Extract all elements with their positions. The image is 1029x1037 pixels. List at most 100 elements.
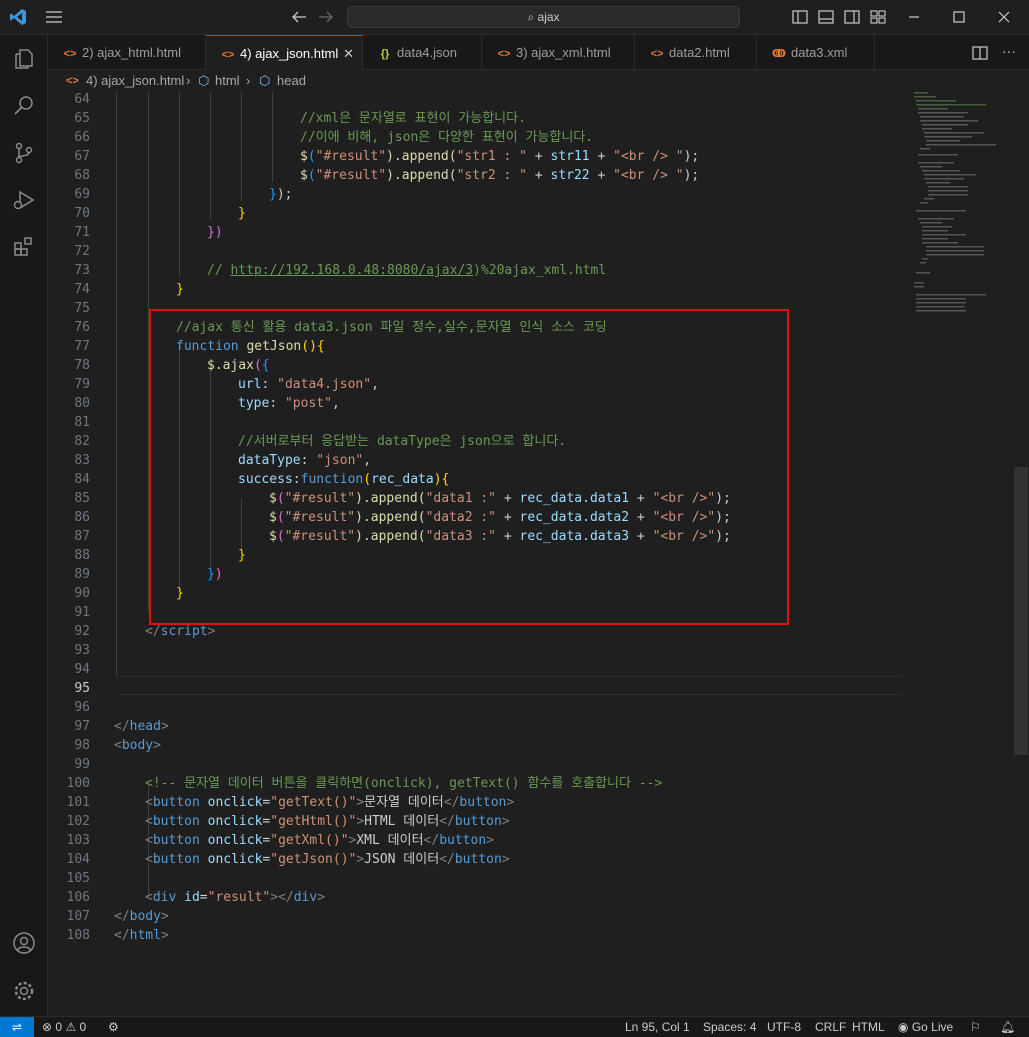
breadcrumb-html[interactable]: html xyxy=(215,70,240,92)
error-count: 0 xyxy=(55,1020,63,1034)
line-number: 71 xyxy=(74,225,90,240)
line-number: 69 xyxy=(74,187,90,202)
remote-icon: ⇌ xyxy=(11,1020,23,1034)
html-icon: <> xyxy=(497,48,511,60)
account-icon[interactable] xyxy=(12,931,36,955)
line-number: 91 xyxy=(74,605,90,620)
line-number: 86 xyxy=(74,510,90,525)
customize-layout-icon[interactable] xyxy=(869,8,887,26)
line-number: 104 xyxy=(66,852,90,867)
line-number: 81 xyxy=(74,415,90,430)
tab-label: data4.json xyxy=(397,45,457,60)
back-arrow-icon[interactable] xyxy=(291,10,307,24)
html-icon: <> xyxy=(221,49,235,61)
feedback-icon[interactable]: ⚐ xyxy=(970,1017,981,1037)
toggle-secondary-sidebar-icon[interactable] xyxy=(843,8,861,26)
vscode-logo-icon[interactable] xyxy=(9,8,27,26)
line-number: 79 xyxy=(74,377,90,392)
breadcrumb-file[interactable]: 4) ajax_json.html xyxy=(86,70,184,92)
line-number: 88 xyxy=(74,548,90,563)
breadcrumb-file-icon: <> xyxy=(66,75,79,87)
toggle-panel-icon[interactable] xyxy=(817,8,835,26)
search-view-icon[interactable] xyxy=(12,94,36,118)
minimize-icon[interactable] xyxy=(905,8,923,26)
vertical-scrollbar[interactable] xyxy=(1014,467,1028,755)
breadcrumb-head[interactable]: head xyxy=(277,70,306,92)
tab-data2-html[interactable]: <> data2.html xyxy=(635,35,757,70)
go-live-button[interactable]: ◉ Go Live xyxy=(898,1017,953,1037)
cursor-position[interactable]: Ln 95, Col 1 xyxy=(625,1017,690,1037)
line-number: 82 xyxy=(74,434,90,449)
split-editor-icon[interactable] xyxy=(972,45,988,61)
head-element-icon: ⬡ xyxy=(259,73,271,88)
line-number: 68 xyxy=(74,168,90,183)
notifications-bell-icon[interactable]: 🔔︎ xyxy=(1000,1017,1015,1037)
line-number: 97 xyxy=(74,719,90,734)
run-debug-icon[interactable] xyxy=(12,188,36,212)
tab-label: data2.html xyxy=(669,45,730,60)
url-link[interactable]: http://192.168.0.48:8080/ajax/3 xyxy=(230,263,473,278)
minimap[interactable] xyxy=(910,92,1010,1016)
line-number: 100 xyxy=(66,776,90,791)
code-line: $("#result").append("str1 : " + str11 + … xyxy=(300,149,700,164)
debug-run-icon[interactable]: ⚙ xyxy=(108,1017,119,1037)
language-mode[interactable]: HTML xyxy=(852,1017,885,1037)
extensions-icon[interactable] xyxy=(12,235,36,259)
remote-indicator[interactable]: ⇌ xyxy=(0,1017,34,1037)
indentation[interactable]: Spaces: 4 xyxy=(703,1017,756,1037)
line-number: 95 xyxy=(74,681,90,696)
command-center-search[interactable]: ⌕ ajax xyxy=(347,6,740,28)
toggle-primary-sidebar-icon[interactable] xyxy=(791,8,809,26)
code-line: <button onclick="getXml()">XML 데이터</butt… xyxy=(145,833,494,848)
source-control-icon[interactable] xyxy=(12,141,36,165)
forward-arrow-icon[interactable] xyxy=(318,10,334,24)
tab-label: data3.xml xyxy=(791,45,848,60)
end-of-line[interactable]: CRLF xyxy=(815,1017,846,1037)
line-number: 101 xyxy=(66,795,90,810)
tab-ajax-json[interactable]: <> 4) ajax_json.html ✕ xyxy=(206,35,363,70)
chevron-right-icon: › xyxy=(186,73,191,88)
code-line: </head> xyxy=(114,719,169,734)
line-number: 85 xyxy=(74,491,90,506)
maximize-icon[interactable] xyxy=(950,8,968,26)
menu-icon[interactable] xyxy=(46,10,62,24)
code-line: <!-- 문자열 데이터 버튼을 클릭하면(onclick), getText(… xyxy=(145,776,663,791)
line-number: 87 xyxy=(74,529,90,544)
code-line: </body> xyxy=(114,909,169,924)
search-icon: ⌕ xyxy=(527,10,538,24)
problems-indicator[interactable]: ⊗ 0 ⚠ 0 xyxy=(42,1017,86,1037)
tab-ajax-html[interactable]: <> 2) ajax_html.html xyxy=(48,35,206,70)
line-number: 80 xyxy=(74,396,90,411)
tab-data4-json[interactable]: {} data4.json xyxy=(363,35,482,70)
manage-gear-icon[interactable] xyxy=(12,979,36,1003)
line-number: 94 xyxy=(74,662,90,677)
code-editor[interactable]: 64 65 66 67 68 69 70 71 72 73 74 75 76 7… xyxy=(48,92,1029,1016)
rss-icon: ↂ xyxy=(771,48,787,60)
code-line: <div id="result"></div> xyxy=(145,890,326,905)
code-line: // http://192.168.0.48:8080/ajax/3)%20aj… xyxy=(207,263,607,278)
code-line: <button onclick="getHtml()">HTML 데이터</bu… xyxy=(145,814,510,829)
activity-bar xyxy=(0,35,48,1016)
html-icon: <> xyxy=(650,48,664,60)
current-line-highlight xyxy=(116,676,903,695)
close-window-icon[interactable] xyxy=(995,8,1013,26)
indent-guide xyxy=(116,92,117,676)
tab-data3-xml[interactable]: ↂ data3.xml xyxy=(757,35,875,70)
encoding[interactable]: UTF-8 xyxy=(767,1017,801,1037)
tab-label: 3) ajax_xml.html xyxy=(516,45,611,60)
line-number: 107 xyxy=(66,909,90,924)
html-element-icon: ⬡ xyxy=(198,73,210,88)
line-number: 99 xyxy=(74,757,90,772)
indent-guide xyxy=(272,92,273,182)
line-number: 90 xyxy=(74,586,90,601)
tab-ajax-xml[interactable]: <> 3) ajax_xml.html xyxy=(482,35,635,70)
explorer-icon[interactable] xyxy=(12,47,36,71)
line-number: 76 xyxy=(74,320,90,335)
search-label: ajax xyxy=(537,10,560,24)
error-icon: ⊗ xyxy=(42,1020,53,1034)
more-actions-icon[interactable]: ··· xyxy=(1002,43,1016,59)
line-number: 84 xyxy=(74,472,90,487)
code-line: <body> xyxy=(114,738,161,753)
close-tab-icon[interactable]: ✕ xyxy=(343,36,354,71)
line-number: 92 xyxy=(74,624,90,639)
